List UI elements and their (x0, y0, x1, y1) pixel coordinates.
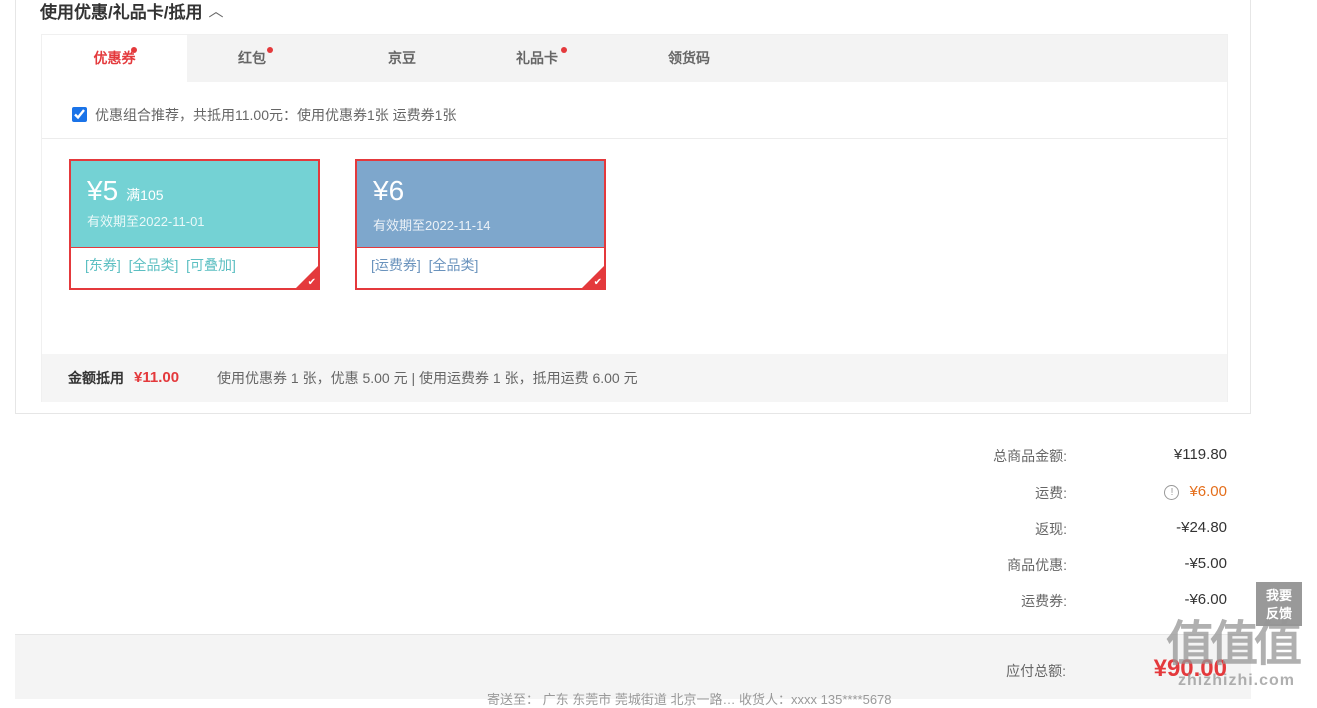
coupon-amount: ¥6 (373, 175, 405, 206)
section-title[interactable]: 使用优惠/礼品卡/抵用 ︿ (40, 0, 223, 23)
tab-label: 优惠券 (93, 50, 136, 66)
coupon-validity: 有效期至2022-11-14 (373, 218, 491, 233)
tab-label: 京豆 (388, 50, 416, 66)
summary-label: 金额抵用 (68, 370, 124, 386)
total-value: ¥6.00 (1189, 483, 1227, 500)
watermark-big: 值值值 (1166, 616, 1302, 672)
coupon-panel: 优惠券 红包 京豆 礼品卡 领货码 优惠组合推荐，共抵用11.00元：使用优惠券… (41, 34, 1228, 402)
notification-dot-icon (267, 47, 273, 53)
coupon-tabs: 优惠券 红包 京豆 礼品卡 领货码 (42, 35, 1227, 82)
notification-dot-icon (561, 47, 567, 53)
combo-recommendation: 优惠组合推荐，共抵用11.00元：使用优惠券1张 运费券1张 (72, 105, 456, 125)
coupon-validity: 有效期至2022-11-01 (87, 214, 205, 229)
coupon-tag: [可叠加] (186, 257, 236, 273)
total-row: 运费: ! ¥6.00 (827, 483, 1227, 505)
coupon-card[interactable]: ¥6 有效期至2022-11-14 [运费券] [全品类] ✔ (355, 159, 606, 290)
tab-coupon[interactable]: 优惠券 (42, 35, 187, 82)
section-title-text: 使用优惠/礼品卡/抵用 (40, 3, 203, 22)
tab-label: 红包 (238, 50, 266, 66)
coupon-card[interactable]: ¥5 满105 有效期至2022-11-01 [东券] [全品类] [可叠加] ✔ (69, 159, 320, 290)
total-value-wrap: ! ¥6.00 (1164, 483, 1227, 500)
total-label: 总商品金额: (993, 448, 1067, 464)
total-label: 运费券: (1021, 593, 1067, 609)
payable-label: 应付总额: (1006, 663, 1066, 679)
total-row: 商品优惠: -¥5.00 (827, 555, 1227, 577)
watermark-url: zhizhizhi.com (1178, 672, 1295, 689)
coupon-tags: [运费券] [全品类] (357, 248, 604, 275)
total-row: 运费券: -¥6.00 (827, 591, 1227, 613)
combo-text: 优惠组合推荐，共抵用11.00元：使用优惠券1张 运费券1张 (95, 107, 457, 123)
total-label: 商品优惠: (1007, 557, 1067, 573)
watermark-logo: 值值值 zhizhizhi.com (1166, 616, 1312, 698)
tab-label: 礼品卡 (516, 50, 558, 66)
total-value: -¥24.80 (1176, 519, 1227, 536)
coupon-tag: [东券] (85, 257, 121, 273)
summary-description: 使用优惠券 1 张，优惠 5.00 元 | 使用运费券 1 张，抵用运费 6.0… (217, 370, 638, 386)
tab-red-packet[interactable]: 红包 (202, 35, 302, 82)
total-row: 返现: -¥24.80 (827, 519, 1227, 541)
total-label: 返现: (1035, 521, 1067, 537)
summary-amount: ¥11.00 (134, 369, 180, 386)
total-value: -¥6.00 (1184, 591, 1227, 608)
checkmark-icon: ✔ (593, 277, 602, 288)
coupon-tag: [全品类] (128, 257, 179, 273)
coupon-card-header: ¥6 有效期至2022-11-14 (357, 161, 604, 248)
checkmark-icon: ✔ (307, 277, 316, 288)
divider (42, 138, 1227, 139)
coupon-tag: [运费券] (371, 257, 421, 273)
coupon-amount: ¥5 (87, 175, 119, 206)
coupon-tags: [东券] [全品类] [可叠加] (71, 248, 318, 275)
total-value: ¥119.80 (1173, 446, 1227, 463)
combo-checkbox[interactable] (72, 107, 87, 122)
feedback-line: 我要 (1265, 588, 1292, 603)
discount-summary: 金额抵用 ¥11.00 使用优惠券 1 张，优惠 5.00 元 | 使用运费券 … (42, 354, 1227, 402)
tab-redeem-code[interactable]: 领货码 (639, 35, 739, 82)
coupon-tag: [全品类] (428, 257, 479, 273)
total-label: 运费: (1035, 485, 1067, 501)
info-icon[interactable]: ! (1164, 485, 1180, 500)
coupon-card-header: ¥5 满105 有效期至2022-11-01 (71, 161, 318, 248)
coupon-condition: 满105 (126, 187, 164, 203)
total-value: -¥5.00 (1184, 555, 1227, 572)
notification-dot-icon (131, 47, 137, 53)
tab-label: 领货码 (668, 50, 710, 66)
total-row: 总商品金额: ¥119.80 (827, 446, 1227, 468)
tab-gift-card[interactable]: 礼品卡 (487, 35, 587, 82)
shipping-address: 寄送至： 广东 东莞市 莞城街道 北京一路… 收货人：xxxx 135****5… (487, 692, 892, 707)
tab-jingdou[interactable]: 京豆 (352, 35, 452, 82)
collapse-caret-icon[interactable]: ︿ (208, 0, 223, 21)
